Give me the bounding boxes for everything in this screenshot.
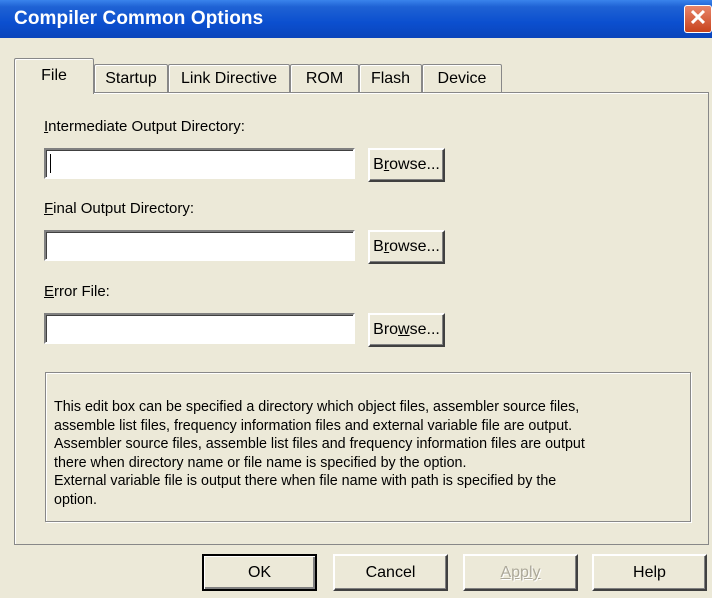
help-button[interactable]: Help bbox=[592, 554, 707, 591]
tab-label: Startup bbox=[105, 70, 157, 87]
tab-label: ROM bbox=[305, 70, 344, 87]
error-browse-button[interactable]: Browse... bbox=[368, 313, 445, 347]
description-text: This edit box can be specified a directo… bbox=[54, 399, 585, 508]
tab-label: Link Directive bbox=[180, 70, 278, 87]
error-file-input[interactable] bbox=[44, 313, 355, 344]
ok-button[interactable]: OK bbox=[202, 554, 317, 591]
tab-file[interactable]: File bbox=[14, 58, 94, 94]
close-button[interactable]: ✕ bbox=[684, 5, 712, 33]
tab-rom[interactable]: ROM bbox=[290, 64, 359, 93]
final-dir-input[interactable] bbox=[44, 230, 355, 261]
text-caret bbox=[50, 154, 51, 173]
description-box: This edit box can be specified a directo… bbox=[45, 372, 691, 522]
tab-device[interactable]: Device bbox=[422, 64, 502, 93]
dialog-window: Compiler Common Options ✕ File Startup L… bbox=[0, 0, 712, 598]
title-bar[interactable]: Compiler Common Options ✕ bbox=[0, 0, 712, 38]
final-dir-label: Final Output Directory: bbox=[44, 200, 195, 217]
intermediate-browse-button[interactable]: Browse... bbox=[368, 148, 445, 182]
final-browse-button[interactable]: Browse... bbox=[368, 230, 445, 264]
tab-startup[interactable]: Startup bbox=[94, 64, 168, 93]
intermediate-dir-input[interactable] bbox=[44, 148, 355, 179]
intermediate-dir-label: Intermediate Output Directory: bbox=[44, 118, 245, 135]
tab-label: File bbox=[41, 67, 67, 84]
close-icon: ✕ bbox=[688, 5, 708, 30]
dialog-title: Compiler Common Options bbox=[14, 8, 264, 29]
tab-label: Flash bbox=[370, 70, 411, 87]
tab-flash[interactable]: Flash bbox=[359, 64, 422, 93]
apply-button: Apply bbox=[463, 554, 578, 591]
cancel-button[interactable]: Cancel bbox=[333, 554, 448, 591]
error-file-label: Error File: bbox=[44, 283, 110, 300]
tab-label: Device bbox=[437, 70, 487, 87]
tab-link-directive[interactable]: Link Directive bbox=[168, 64, 290, 93]
